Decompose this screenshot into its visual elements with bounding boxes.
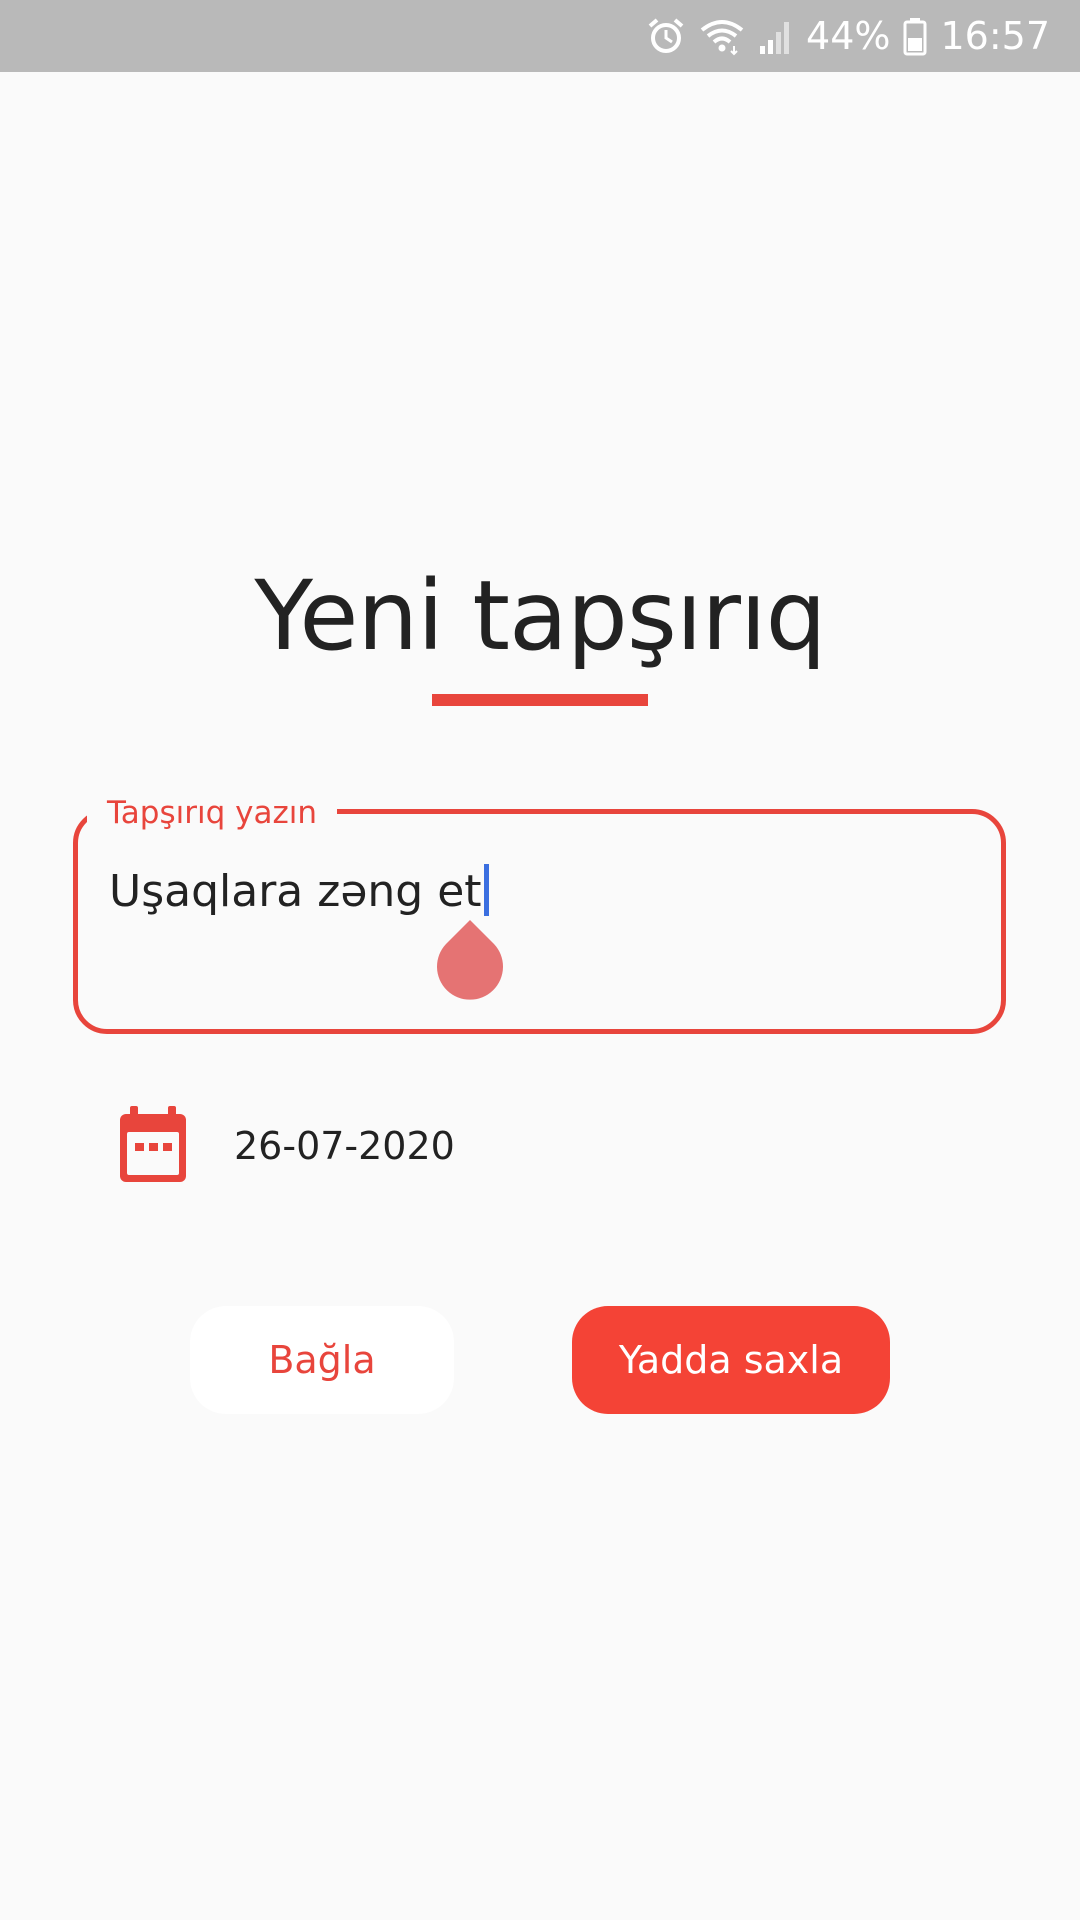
status-bar: 44% 16:57 <box>0 0 1080 72</box>
calendar-icon[interactable] <box>118 1106 188 1189</box>
task-input-value[interactable]: Uşaqlara zəng et <box>109 866 482 917</box>
task-input-label: Tapşırıq yazın <box>87 793 338 833</box>
clock: 16:57 <box>940 14 1050 58</box>
save-button[interactable]: Yadda saxla <box>572 1306 890 1414</box>
page-title: Yeni tapşırıq <box>254 560 826 672</box>
alarm-icon <box>646 16 686 56</box>
wifi-icon <box>698 16 746 56</box>
text-caret <box>483 864 489 916</box>
signal-icon <box>758 16 794 56</box>
task-input-value-row[interactable]: Uşaqlara zəng et <box>109 864 489 920</box>
battery-icon <box>902 16 928 56</box>
close-button[interactable]: Bağla <box>190 1306 454 1414</box>
task-input[interactable] <box>73 809 1006 1034</box>
due-date[interactable]: 26-07-2020 <box>234 1122 455 1170</box>
battery-percent: 44% <box>806 14 891 58</box>
title-underline <box>432 694 648 706</box>
caret-handle[interactable] <box>436 920 504 1007</box>
